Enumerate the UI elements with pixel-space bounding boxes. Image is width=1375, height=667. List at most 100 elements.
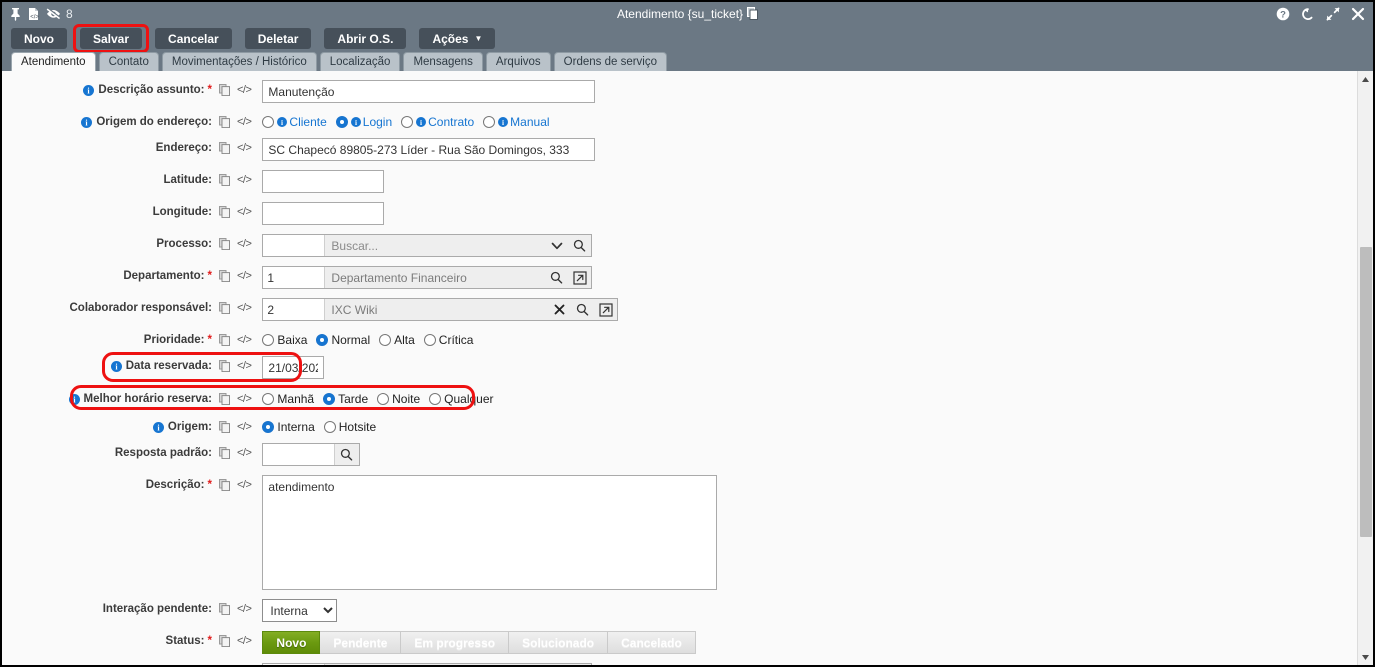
copy-icon[interactable] — [219, 174, 230, 186]
history-icon[interactable] — [1301, 7, 1315, 21]
info-icon[interactable]: i — [81, 116, 93, 128]
latitude-input[interactable] — [262, 170, 385, 193]
radio-prioridade-normal[interactable]: Normal — [316, 333, 370, 347]
status-button-novo[interactable]: Novo — [262, 631, 321, 654]
scroll-up-arrow-icon[interactable] — [1358, 71, 1374, 87]
copy-icon[interactable] — [219, 603, 230, 615]
code-icon[interactable]: </> — [237, 479, 252, 491]
copy-icon[interactable] — [219, 116, 230, 128]
code-icon[interactable]: </> — [237, 206, 252, 218]
search-icon[interactable] — [568, 664, 591, 665]
acoes-dropdown-button[interactable]: Ações ▼ — [419, 28, 496, 49]
help-icon[interactable]: ? — [1276, 7, 1290, 21]
tab-localizacao[interactable]: Localização — [319, 52, 401, 71]
pin-icon[interactable] — [9, 7, 22, 21]
descricao-textarea[interactable] — [262, 475, 718, 590]
status-button-solucionado[interactable]: Solucionado — [509, 631, 609, 654]
code-icon[interactable]: </> — [237, 302, 252, 314]
radio-origem-hotsite[interactable]: Hotsite — [323, 420, 376, 434]
search-icon[interactable] — [335, 444, 358, 465]
radio-horario-noite[interactable]: Noite — [377, 392, 420, 406]
radio-horario-manha[interactable]: Manhã — [262, 392, 314, 406]
open-external-icon[interactable] — [594, 299, 617, 320]
radio-origem-manual[interactable]: i Manual — [483, 115, 550, 129]
copy-title-icon[interactable] — [747, 7, 759, 20]
copy-icon[interactable] — [219, 270, 230, 282]
clear-icon[interactable] — [548, 299, 571, 320]
code-icon[interactable]: </> — [237, 447, 252, 459]
tab-movimentacoes[interactable]: Movimentações / Histórico — [161, 52, 317, 71]
novo-button[interactable]: Novo — [11, 28, 67, 49]
open-external-icon[interactable] — [568, 267, 591, 288]
resposta-padrao-input[interactable] — [263, 444, 336, 465]
copy-icon[interactable] — [219, 142, 230, 154]
tab-mensagens[interactable]: Mensagens — [403, 52, 483, 71]
code-icon[interactable]: </> — [237, 174, 252, 186]
code-icon[interactable]: </> — [237, 635, 252, 647]
info-icon[interactable]: i — [68, 393, 80, 405]
interacao-pendente-select[interactable]: Interna Externa — [262, 599, 338, 622]
code-icon[interactable]: </> — [237, 84, 252, 96]
copy-icon[interactable] — [219, 393, 230, 405]
info-icon[interactable]: i — [152, 421, 164, 433]
scrollbar-thumb[interactable] — [1359, 247, 1372, 537]
copy-icon[interactable] — [219, 206, 230, 218]
departamento-id-input[interactable] — [263, 267, 326, 288]
info-icon[interactable]: i — [350, 117, 361, 127]
processo-id-input[interactable] — [263, 235, 326, 256]
close-icon[interactable] — [1351, 7, 1365, 21]
info-icon[interactable]: i — [110, 360, 122, 372]
copy-icon[interactable] — [219, 447, 230, 459]
radio-prioridade-baixa[interactable]: Baixa — [262, 333, 307, 347]
tab-ordens-servico[interactable]: Ordens de serviço — [553, 52, 667, 71]
copy-icon[interactable] — [219, 360, 230, 372]
code-icon[interactable]: </> — [237, 421, 252, 433]
radio-horario-tarde[interactable]: Tarde — [323, 392, 368, 406]
salvar-button[interactable]: Salvar — [72, 24, 150, 53]
descricao-assunto-input[interactable] — [262, 80, 596, 103]
endereco-input[interactable] — [262, 138, 596, 161]
copy-icon[interactable] — [219, 334, 230, 346]
colaborador-description[interactable]: IXC Wiki — [325, 303, 548, 317]
copy-icon[interactable] — [219, 238, 230, 250]
code-icon[interactable]: </> — [237, 393, 252, 405]
copy-icon[interactable] — [219, 302, 230, 314]
eye-slash-icon[interactable] — [45, 7, 62, 21]
chevron-down-icon[interactable] — [545, 235, 568, 256]
copy-icon[interactable] — [219, 635, 230, 647]
chevron-down-icon[interactable] — [545, 664, 568, 665]
search-icon[interactable] — [568, 235, 591, 256]
code-icon[interactable]: </> — [237, 360, 252, 372]
radio-origem-contrato[interactable]: i Contrato — [401, 115, 474, 129]
tab-arquivos[interactable]: Arquivos — [485, 52, 551, 71]
deletar-button[interactable]: Deletar — [244, 28, 312, 49]
code-icon[interactable]: </> — [237, 142, 252, 154]
status-button-cancelado[interactable]: Cancelado — [608, 631, 696, 654]
search-icon[interactable] — [571, 299, 594, 320]
radio-horario-qualquer[interactable]: Qualquer — [429, 392, 494, 406]
info-icon[interactable]: i — [83, 84, 95, 96]
search-icon[interactable] — [545, 267, 568, 288]
copy-icon[interactable] — [219, 479, 230, 491]
status-button-pendente[interactable]: Pendente — [320, 631, 402, 654]
info-icon[interactable]: i — [416, 117, 427, 127]
status-complementar-id-input[interactable] — [263, 664, 326, 665]
copy-icon[interactable] — [219, 421, 230, 433]
processo-placeholder[interactable]: Buscar... — [325, 239, 545, 253]
info-icon[interactable]: i — [277, 117, 288, 127]
vertical-scrollbar[interactable] — [1357, 71, 1373, 665]
scroll-down-arrow-icon[interactable] — [1358, 649, 1374, 665]
code-icon[interactable]: </> — [237, 334, 252, 346]
radio-origem-login[interactable]: i Login — [335, 115, 392, 129]
data-reservada-input[interactable] — [262, 356, 325, 379]
radio-prioridade-alta[interactable]: Alta — [379, 333, 415, 347]
code-icon[interactable]: </> — [237, 238, 252, 250]
cancelar-button[interactable]: Cancelar — [155, 28, 232, 49]
tab-atendimento[interactable]: Atendimento — [11, 52, 96, 71]
tab-contato[interactable]: Contato — [98, 52, 159, 71]
departamento-description[interactable]: Departamento Financeiro — [325, 271, 545, 285]
code-icon[interactable]: </> — [237, 270, 252, 282]
longitude-input[interactable] — [262, 202, 385, 225]
code-icon[interactable]: </> — [237, 603, 252, 615]
radio-origem-cliente[interactable]: i Cliente — [262, 115, 327, 129]
